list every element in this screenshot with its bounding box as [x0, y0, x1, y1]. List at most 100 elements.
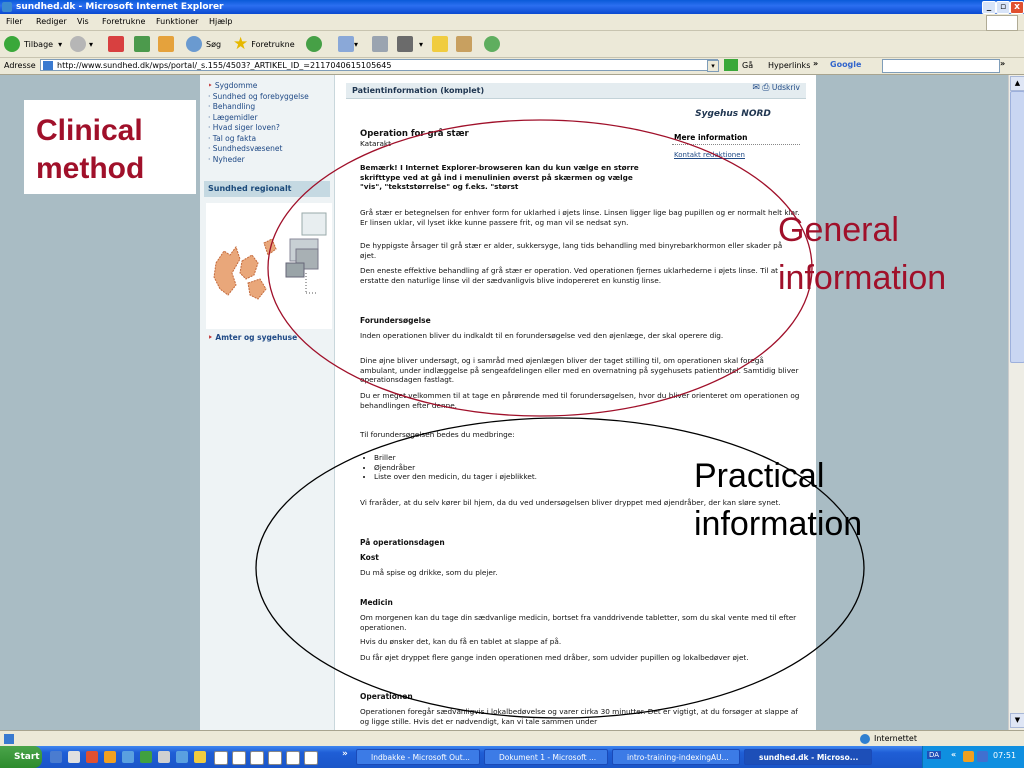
language-indicator[interactable]: DA — [927, 751, 942, 759]
go-button[interactable]: Gå — [742, 61, 753, 70]
denmark-map[interactable] — [206, 203, 332, 329]
paragraph: De hyppigste årsager til grå stær er ald… — [360, 241, 783, 260]
paragraph: Til forundersøgelsen bedes du medbringe: — [360, 430, 515, 439]
back-button[interactable]: Tilbage ▾ — [4, 35, 62, 53]
mail-icon — [338, 36, 354, 52]
chevrons-icon[interactable]: » — [1000, 59, 1005, 68]
scroll-down-arrow-icon[interactable]: ▼ — [1010, 713, 1024, 728]
history-button[interactable] — [306, 35, 322, 53]
scroll-up-arrow-icon[interactable]: ▲ — [1010, 76, 1024, 91]
edit-button[interactable]: ▾ — [397, 35, 423, 53]
maximize-button[interactable]: ▫ — [996, 1, 1010, 14]
section-heading: Medicin — [360, 598, 393, 607]
address-input[interactable]: http://www.sundhed.dk/wps/portal/_s.155/… — [40, 59, 718, 71]
messenger-button[interactable] — [484, 35, 500, 53]
article-header: Patientinformation (komplet) ✉ ⎙ Udskriv — [346, 83, 806, 99]
shield-icon[interactable] — [977, 751, 988, 762]
mail-button[interactable]: ▾ — [338, 35, 358, 53]
annotation-practical-information: Practical information — [694, 457, 863, 543]
chevron-down-icon[interactable]: ▾ — [354, 40, 358, 49]
refresh-button[interactable] — [134, 35, 150, 53]
research-button[interactable] — [456, 35, 472, 53]
paragraph: Operationen foregår sædvanligvis i lokal… — [360, 707, 798, 726]
address-label: Adresse — [4, 61, 36, 70]
window-icon[interactable] — [214, 751, 228, 765]
history-icon — [306, 36, 322, 52]
print-link[interactable]: ✉ ⎙ Udskriv — [752, 83, 800, 93]
printer-icon — [372, 36, 388, 52]
window-icon[interactable] — [286, 751, 300, 765]
menu-tools[interactable]: Funktioner — [156, 17, 198, 26]
page-icon — [4, 734, 14, 744]
quicklaunch-icon[interactable] — [140, 751, 152, 763]
star-icon: ★ — [233, 34, 249, 54]
nav-item-sundhedsvaesenet[interactable]: · Sundhedsvæsenet — [208, 144, 309, 155]
home-button[interactable] — [158, 35, 174, 53]
nav-item-laegemidler[interactable]: · Lægemidler — [208, 113, 309, 124]
nav-item-sygdomme[interactable]: ‣ Sygdomme — [208, 81, 309, 92]
globe-icon — [860, 734, 870, 744]
minimize-button[interactable]: _ — [982, 1, 996, 14]
region-link[interactable]: ‣ Amter og sygehuse — [208, 333, 297, 342]
window-icon[interactable] — [304, 751, 318, 765]
mail-icon: ✉ — [752, 83, 760, 93]
nav-item-tal[interactable]: · Tal og fakta — [208, 134, 309, 145]
menu-view[interactable]: Vis — [77, 17, 89, 26]
menu-help[interactable]: Hjælp — [209, 17, 232, 26]
paragraph: Hvis du ønsker det, kan du få en tablet … — [360, 637, 562, 646]
printer-icon: ⎙ — [762, 83, 770, 93]
nav-item-loven[interactable]: · Hvad siger loven? — [208, 123, 309, 134]
books-icon — [456, 36, 472, 52]
menu-file[interactable]: Filer — [6, 17, 23, 26]
window-icon[interactable] — [268, 751, 282, 765]
quicklaunch-icon[interactable] — [158, 751, 170, 763]
quicklaunch-icon[interactable] — [122, 751, 134, 763]
nav-item-behandling[interactable]: · Behandling — [208, 102, 309, 113]
contact-link[interactable]: Kontakt redaktionen — [672, 145, 800, 165]
chevron-down-icon[interactable]: ▾ — [58, 40, 62, 49]
folder-button[interactable] — [432, 35, 448, 53]
window-title-bar[interactable]: sundhed.dk - Microsoft Internet Explorer… — [0, 0, 1024, 14]
search-button[interactable]: Søg — [186, 35, 221, 53]
taskbar: Start » Indbakke - Microsoft Out... Doku… — [0, 746, 1024, 768]
window-icon[interactable] — [232, 751, 246, 765]
menu-favorites[interactable]: Foretrukne — [102, 17, 145, 26]
nav-item-nyheder[interactable]: · Nyheder — [208, 155, 309, 166]
task-powerpoint[interactable]: intro-training-indexingAU... — [612, 749, 740, 765]
word-icon[interactable] — [50, 751, 62, 763]
window-icon[interactable] — [250, 751, 264, 765]
google-search-input[interactable] — [882, 59, 1000, 73]
scroll-thumb[interactable] — [1010, 91, 1024, 363]
stop-button[interactable] — [108, 35, 124, 53]
task-word[interactable]: Dokument 1 - Microsoft ... — [484, 749, 608, 765]
task-internet-explorer[interactable]: sundhed.dk - Microso... — [744, 749, 872, 765]
google-toolbar-button[interactable]: Google — [830, 60, 861, 69]
task-outlook[interactable]: Indbakke - Microsoft Out... — [356, 749, 480, 765]
links-button[interactable]: Hyperlinks — [768, 61, 810, 70]
refresh-icon — [134, 36, 150, 52]
nav-item-sundhed[interactable]: · Sundhed og forebyggelse — [208, 92, 309, 103]
chevrons-icon[interactable]: » — [813, 59, 818, 68]
print-button[interactable] — [372, 35, 388, 53]
chevron-down-icon[interactable]: ▾ — [419, 40, 423, 49]
folder-icon[interactable] — [194, 751, 206, 763]
forward-button[interactable]: ▾ — [70, 35, 93, 53]
ie-icon[interactable] — [176, 751, 188, 763]
quicklaunch-icon[interactable] — [68, 751, 80, 763]
web-page: ‣ Sygdomme · Sundhed og forebyggelse · B… — [200, 75, 816, 730]
go-arrow-icon[interactable] — [724, 59, 738, 71]
favorites-button[interactable]: ★ Foretrukne — [233, 34, 295, 54]
menu-edit[interactable]: Rediger — [36, 17, 67, 26]
tray-icon[interactable] — [963, 751, 974, 762]
paragraph: Du får øjet dryppet flere gange inden op… — [360, 653, 749, 662]
chevrons-icon[interactable]: » — [342, 749, 348, 759]
quicklaunch-icon[interactable] — [104, 751, 116, 763]
chevrons-icon[interactable]: « — [951, 750, 956, 759]
more-info-heading: Mere information — [672, 131, 800, 145]
vertical-scrollbar[interactable]: ▲ ▼ — [1008, 75, 1024, 730]
chevron-down-icon[interactable]: ▾ — [89, 40, 93, 49]
address-dropdown-button[interactable]: ▾ — [707, 60, 719, 72]
quicklaunch-icon[interactable] — [86, 751, 98, 763]
close-button[interactable]: x — [1010, 1, 1024, 14]
start-button[interactable]: Start — [0, 746, 42, 768]
